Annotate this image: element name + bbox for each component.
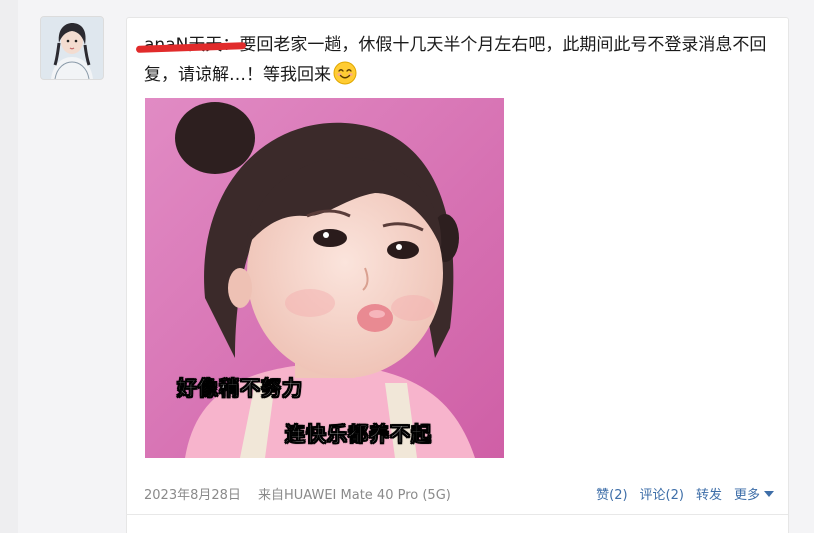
caret-down-icon[interactable] xyxy=(764,491,774,497)
post-date[interactable]: 2023年8月28日 xyxy=(144,484,241,503)
avatar-portrait-icon xyxy=(41,17,103,79)
smile-emoji-icon xyxy=(333,61,357,85)
image-caption-1: 好像稍不努力 xyxy=(177,376,303,401)
card-divider xyxy=(126,514,788,515)
comment-button[interactable]: 评论(2) xyxy=(640,484,684,503)
image-caption-2: 连快乐都养不起 xyxy=(285,422,432,447)
post-footer: 2023年8月28日 来自HUAWEI Mate 40 Pro (5G) 赞(2… xyxy=(144,484,774,504)
post-source: 来自HUAWEI Mate 40 Pro (5G) xyxy=(258,488,451,503)
more-label[interactable]: 更多 xyxy=(734,488,760,503)
girl-photo-illustration xyxy=(145,98,504,458)
left-gutter xyxy=(0,0,18,533)
weibo-page: anaN天天：要回老家一趟，休假十几天半个月左右吧，此期间此号不登录消息不回复，… xyxy=(0,0,814,533)
post-text: anaN天天：要回老家一趟，休假十几天半个月左右吧，此期间此号不登录消息不回复，… xyxy=(135,30,772,90)
avatar[interactable] xyxy=(40,16,104,80)
post-actions: 赞(2) 评论(2) 转发 更多 xyxy=(596,484,774,503)
like-button[interactable]: 赞(2) xyxy=(596,484,627,503)
author-name[interactable]: anaN天天 xyxy=(135,35,247,55)
post-image[interactable]: 好像稍不努力 连快乐都养不起 xyxy=(145,98,504,458)
more-menu-button[interactable]: 更多 xyxy=(734,484,774,503)
repost-button[interactable]: 转发 xyxy=(696,484,722,503)
